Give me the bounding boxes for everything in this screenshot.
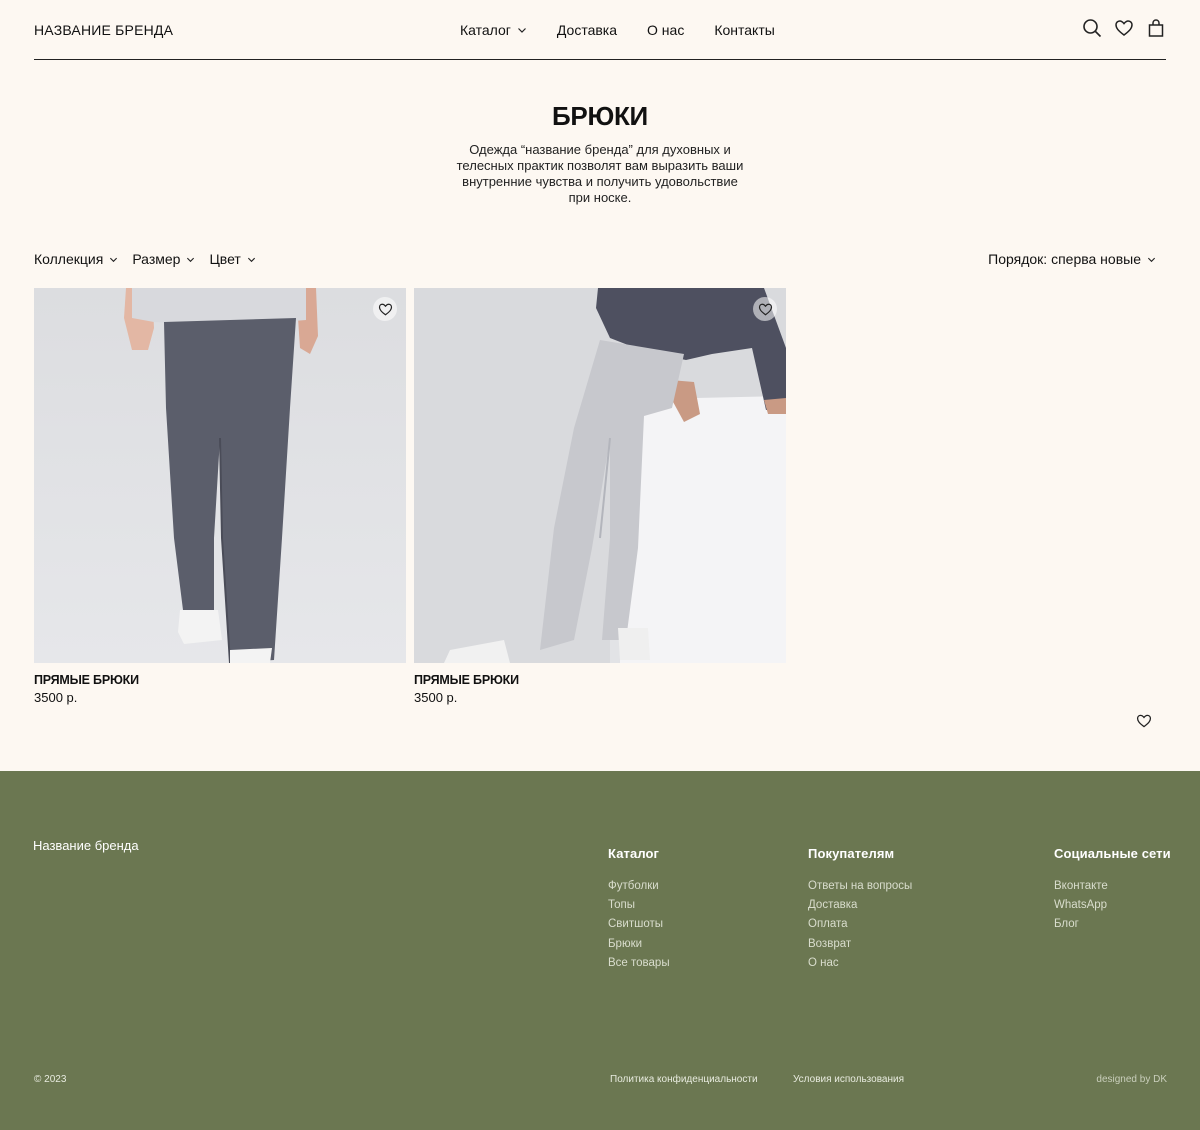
- product-price: 3500 р.: [34, 690, 78, 705]
- footer-link[interactable]: Все товары: [608, 954, 670, 973]
- footer-link[interactable]: WhatsApp: [1054, 896, 1171, 915]
- footer-link[interactable]: Вконтакте: [1054, 877, 1171, 896]
- copyright: © 2023: [34, 1074, 67, 1085]
- site-header: НАЗВАНИЕ БРЕНДА Каталог Доставка О нас К…: [34, 0, 1166, 60]
- brand-logo[interactable]: НАЗВАНИЕ БРЕНДА: [34, 22, 173, 38]
- footer-link[interactable]: Ответы на вопросы: [808, 877, 912, 896]
- nav-item-label: Контакты: [714, 22, 775, 38]
- footer-column-title: Социальные сети: [1054, 846, 1171, 861]
- heart-icon: [378, 303, 392, 316]
- chevron-down-icon: [247, 257, 255, 262]
- nav-item-about[interactable]: О нас: [647, 22, 684, 38]
- footer-brand[interactable]: Название бренда: [33, 838, 139, 853]
- search-button[interactable]: [1082, 18, 1102, 38]
- page-title: БРЮКИ: [552, 101, 648, 131]
- nav-item-label: О нас: [647, 22, 685, 38]
- footer-link[interactable]: Доставка: [808, 896, 912, 915]
- heart-icon: [1136, 714, 1152, 728]
- site-footer: Название бренда Каталог Футболки Топы Св…: [0, 771, 1200, 1130]
- filter-bar: Коллекция Размер Цвет: [34, 251, 256, 267]
- page-description: Одежда “название бренда” для духовных и …: [456, 142, 744, 205]
- nav-item-delivery[interactable]: Доставка: [557, 22, 617, 38]
- heart-icon: [758, 303, 772, 316]
- floating-wishlist-button[interactable]: [1136, 713, 1154, 731]
- nav-item-catalog[interactable]: Каталог: [460, 22, 527, 38]
- terms-link[interactable]: Условия использования: [793, 1074, 904, 1085]
- footer-column-social: Социальные сети Вконтакте WhatsApp Блог: [1054, 846, 1171, 935]
- wishlist-toggle[interactable]: [373, 297, 397, 321]
- product-photo-pants-light: [414, 288, 786, 663]
- wishlist-button[interactable]: [1114, 18, 1134, 38]
- sort-label: Порядок: сперва новые: [988, 251, 1141, 267]
- bag-icon: [1148, 19, 1164, 37]
- search-icon: [1083, 19, 1102, 38]
- filter-label: Размер: [132, 251, 181, 267]
- wishlist-toggle[interactable]: [753, 297, 777, 321]
- filter-collection[interactable]: Коллекция: [34, 251, 118, 267]
- nav-item-label: Каталог: [460, 22, 511, 38]
- product-card[interactable]: ПРЯМЫЕ БРЮКИ 3500 р.: [414, 288, 786, 705]
- product-photo-pants-dark: [34, 288, 406, 663]
- chevron-down-icon: [517, 28, 526, 33]
- main-nav: Каталог Доставка О нас Контакты: [460, 22, 775, 38]
- filter-label: Коллекция: [34, 251, 104, 267]
- filter-label: Цвет: [209, 251, 241, 267]
- product-card[interactable]: ПРЯМЫЕ БРЮКИ 3500 р.: [34, 288, 406, 705]
- sort-dropdown[interactable]: Порядок: сперва новые: [988, 251, 1156, 267]
- footer-column-title: Покупателям: [808, 846, 895, 861]
- footer-column-catalog: Каталог Футболки Топы Свитшоты Брюки Все…: [608, 846, 670, 973]
- filter-size[interactable]: Размер: [132, 251, 195, 267]
- header-actions: [1082, 18, 1166, 38]
- footer-link[interactable]: Оплата: [808, 915, 912, 934]
- footer-column-customers: Покупателям Ответы на вопросы Доставка О…: [808, 846, 912, 973]
- footer-link[interactable]: О нас: [808, 954, 912, 973]
- footer-link[interactable]: Футболки: [608, 877, 670, 896]
- footer-link[interactable]: Свитшоты: [608, 915, 670, 934]
- chevron-down-icon: [110, 257, 118, 262]
- designer-credit: designed by DK: [1096, 1074, 1167, 1085]
- chevron-down-icon: [1147, 257, 1156, 262]
- filter-color[interactable]: Цвет: [209, 251, 255, 267]
- product-price: 3500 р.: [414, 690, 458, 705]
- footer-link[interactable]: Брюки: [608, 935, 670, 954]
- footer-link[interactable]: Возврат: [808, 935, 912, 954]
- product-image[interactable]: [414, 288, 786, 663]
- footer-link[interactable]: Топы: [608, 896, 670, 915]
- nav-item-label: Доставка: [556, 22, 618, 38]
- product-name[interactable]: ПРЯМЫЕ БРЮКИ: [414, 673, 786, 687]
- heart-icon: [1115, 20, 1133, 36]
- chevron-down-icon: [187, 257, 195, 262]
- product-image[interactable]: [34, 288, 406, 663]
- product-name[interactable]: ПРЯМЫЕ БРЮКИ: [34, 673, 406, 687]
- nav-item-contacts[interactable]: Контакты: [714, 22, 774, 38]
- cart-button[interactable]: [1146, 18, 1166, 38]
- privacy-link[interactable]: Политика конфиденциальности: [610, 1074, 758, 1085]
- footer-link[interactable]: Блог: [1054, 915, 1171, 934]
- footer-column-title: Каталог: [608, 846, 660, 861]
